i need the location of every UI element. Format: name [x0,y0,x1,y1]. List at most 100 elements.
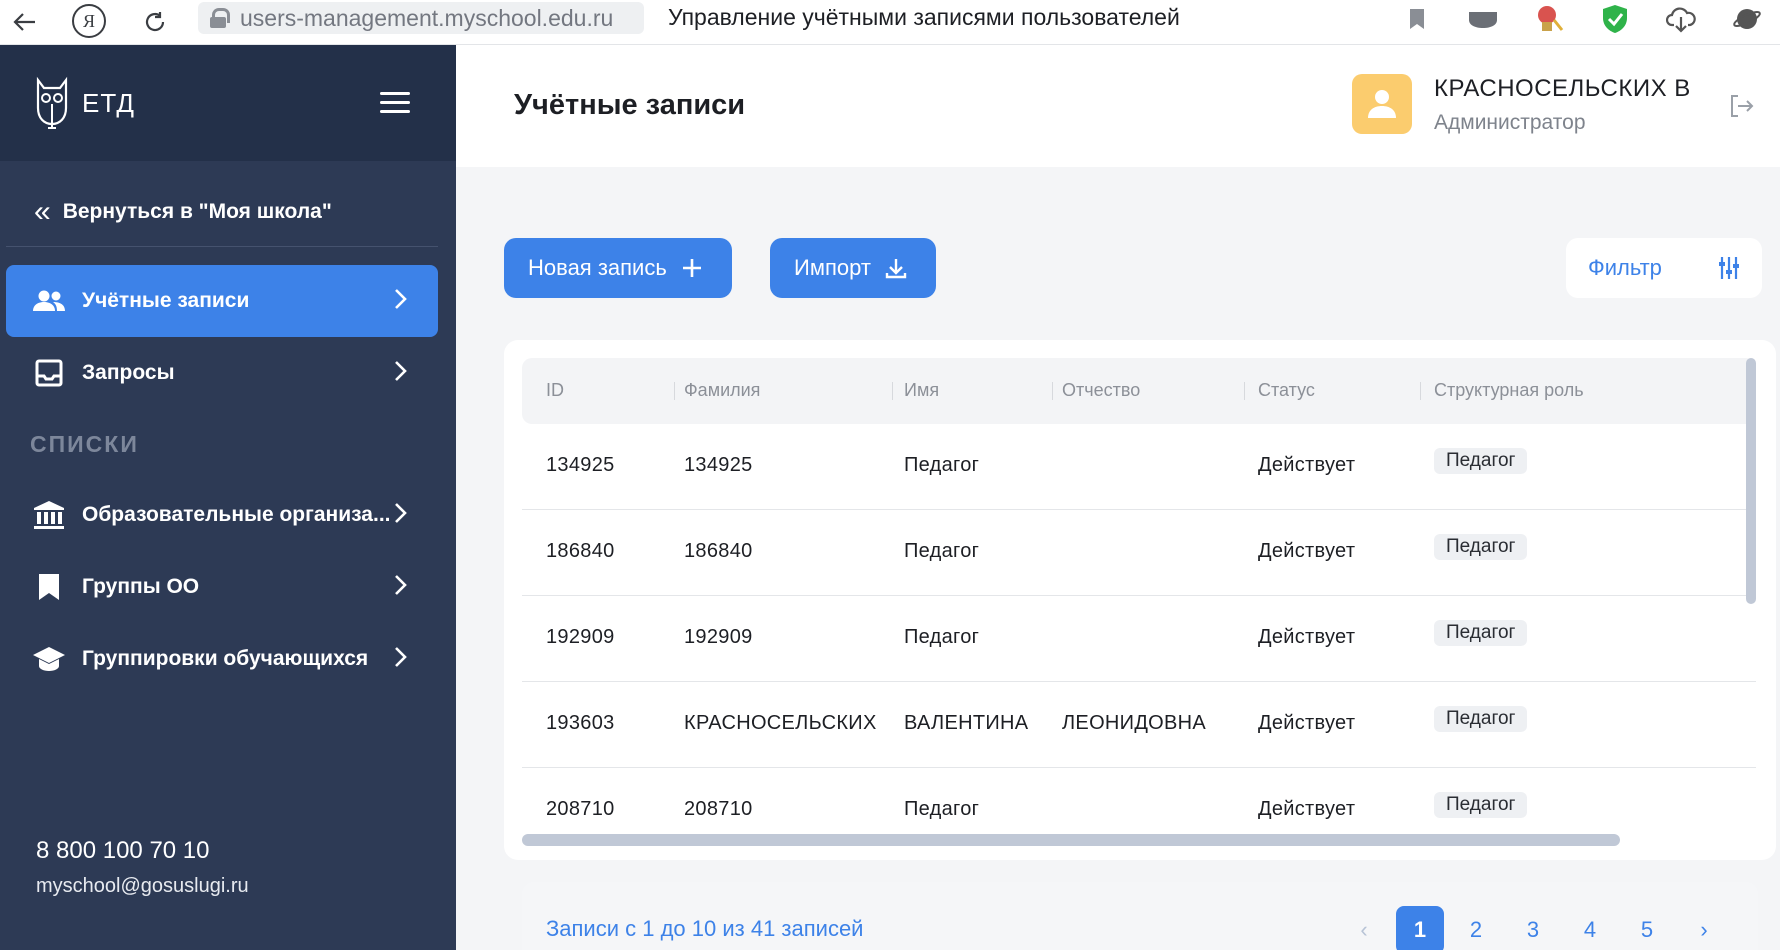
chevron-right-icon [395,289,407,309]
sidebar-item-accounts[interactable]: Учётные записи [6,265,438,337]
column-header-id[interactable]: ID [546,380,564,401]
user-name: КРАСНОСЕЛЬСКИХ В [1434,75,1691,102]
pagination-info: Записи с 1 до 10 из 41 записей [546,916,864,941]
cell-status: Действует [1258,798,1356,820]
table-row[interactable]: 192909 192909 Педагог Действует Педагог [522,596,1756,682]
download-icon [885,259,907,279]
support-phone[interactable]: 8 800 100 70 10 [36,837,210,865]
extension-icon[interactable] [1467,3,1499,35]
role-badge: Педагог [1434,620,1528,646]
plus-icon [682,259,701,277]
menu-toggle-icon[interactable] [380,92,410,114]
page-button-2[interactable]: 2 [1452,906,1500,950]
institution-icon [32,500,66,530]
horizontal-scrollbar[interactable] [522,834,1620,846]
column-divider [892,382,893,400]
cell-firstname: Педагог [904,626,980,648]
table-row[interactable]: 193603 КРАСНОСЕЛЬСКИХ ВАЛЕНТИНА ЛЕОНИДОВ… [522,682,1756,768]
shield-icon[interactable] [1599,3,1631,35]
support-email[interactable]: myschool@gosuslugi.ru [36,875,249,898]
cell-status: Действует [1258,540,1356,562]
bookmark-icon[interactable] [1401,3,1433,35]
sidebar-item-requests[interactable]: Запросы [6,337,438,409]
user-role: Администратор [1434,111,1586,134]
sidebar-item-groups[interactable]: Группы ОО [6,551,438,623]
avatar[interactable] [1352,74,1412,134]
chevron-right-icon [395,503,407,523]
role-badge: Педагог [1434,448,1528,474]
bookmark-icon [32,572,66,602]
new-record-button[interactable]: Новая запись [504,238,732,298]
import-button[interactable]: Импорт [770,238,936,298]
back-to-school-link[interactable]: « Вернуться в "Моя школа" [34,197,332,227]
double-chevron-left-icon: « [34,195,51,228]
page-button-4[interactable]: 4 [1566,906,1614,950]
role-badge: Педагог [1434,534,1528,560]
chevron-right-icon [395,647,407,667]
planet-icon[interactable] [1731,3,1763,35]
column-header-lastname[interactable]: Фамилия [684,380,760,401]
users-icon [32,286,66,316]
chevron-right-icon [395,361,407,381]
yandex-icon[interactable]: Я [72,4,106,38]
page-button-3[interactable]: 3 [1509,906,1557,950]
role-badge: Педагог [1434,706,1528,732]
cell-firstname: Педагог [904,798,980,820]
cell-firstname: Педагог [904,454,980,476]
cell-lastname: 186840 [684,540,753,562]
url-text: users-management.myschool.edu.ru [240,4,614,31]
inbox-icon [32,358,66,388]
sidebar-item-label: Учётные записи [82,289,250,312]
cell-patronymic: ЛЕОНИДОВНА [1062,712,1207,734]
table-header: ID Фамилия Имя Отчество Статус Структурн… [522,358,1756,424]
column-header-firstname[interactable]: Имя [904,380,939,401]
cloud-download-icon[interactable] [1665,3,1697,35]
filter-label: Фильтр [1588,255,1662,280]
table-row[interactable]: 186840 186840 Педагог Действует Педагог [522,510,1756,596]
sliders-icon [1719,257,1739,279]
logout-icon[interactable] [1728,93,1754,119]
sidebar-item-organizations[interactable]: Образовательные организа... [6,479,438,551]
cell-status: Действует [1258,454,1356,476]
cell-lastname: 192909 [684,626,753,648]
prev-page-button[interactable]: ‹ [1340,906,1388,950]
user-icon [1368,90,1396,118]
column-header-role[interactable]: Структурная роль [1434,380,1584,401]
reload-icon[interactable] [138,5,172,39]
sidebar-divider [6,246,438,247]
page-button-5[interactable]: 5 [1623,906,1671,950]
back-link-label: Вернуться в "Моя школа" [62,200,332,223]
sidebar-item-student-groupings[interactable]: Группировки обучающихся [6,623,438,695]
extension-icon[interactable] [1533,3,1565,35]
cell-id: 192909 [546,626,615,648]
column-divider [674,382,675,400]
sidebar-item-label: Группировки обучающихся [82,647,369,670]
column-divider [1052,382,1053,400]
column-header-status[interactable]: Статус [1258,380,1315,401]
page-button-1[interactable]: 1 [1396,906,1444,950]
table-row[interactable]: 134925 134925 Педагог Действует Педагог [522,424,1756,510]
vertical-scrollbar[interactable] [1746,358,1756,604]
address-bar[interactable]: users-management.myschool.edu.ru [198,2,644,34]
sidebar-item-label: Образовательные организа... [82,503,391,526]
sidebar-item-label: Запросы [82,361,175,384]
import-label: Импорт [794,255,871,280]
chevron-right-icon [395,575,407,595]
column-header-patronymic[interactable]: Отчество [1062,380,1140,401]
page-tab-title: Управление учётными записями пользовател… [668,4,1180,30]
logo-text: ЕТД [82,87,135,118]
lock-icon [210,8,230,28]
back-icon[interactable] [8,5,42,39]
cell-status: Действует [1258,626,1356,648]
cell-lastname: 208710 [684,798,753,820]
accounts-table: ID Фамилия Имя Отчество Статус Структурн… [504,340,1776,860]
filter-button[interactable]: Фильтр [1566,238,1762,298]
new-record-label: Новая запись [528,255,667,280]
page-title: Учётные записи [514,89,746,121]
sidebar-header: ЕТД [0,45,456,161]
cell-lastname: 134925 [684,454,753,476]
cell-id: 208710 [546,798,615,820]
pagination: Записи с 1 до 10 из 41 записей ‹ 1 2 3 4… [522,882,1758,950]
graduation-cap-icon [32,644,66,674]
next-page-button[interactable]: › [1680,906,1728,950]
